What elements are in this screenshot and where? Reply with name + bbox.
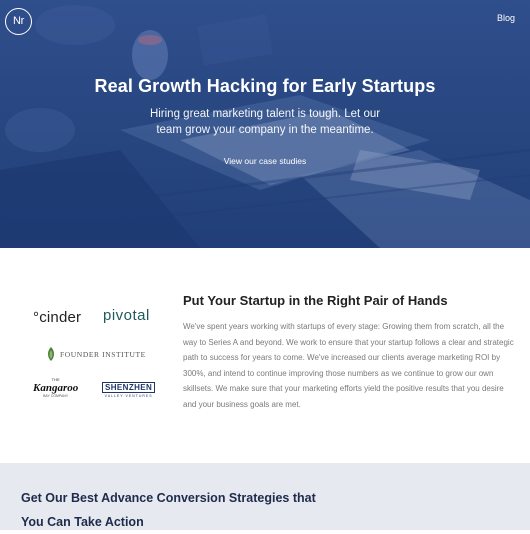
- kangaroo-logo-sub: BAY COMPANY: [43, 394, 69, 398]
- shenzhen-logo-sub: VALLEY VENTURES: [104, 394, 153, 398]
- shenzhen-logo-name: SHENZHEN: [102, 382, 156, 393]
- client-logo-kangaroo: THE Kangaroo BAY COMPANY: [33, 377, 78, 398]
- kangaroo-logo-name: Kangaroo: [33, 382, 79, 394]
- founder-institute-text: FOUNDER INSTITUTE: [60, 349, 146, 359]
- brand-logo[interactable]: Nr: [5, 8, 32, 35]
- client-logo-shenzhen: SHENZHEN VALLEY VENTURES: [102, 382, 156, 398]
- hero-section: Nr Blog Real Growth Hacking for Early St…: [0, 0, 530, 248]
- hero-title: Real Growth Hacking for Early Startups: [94, 76, 436, 96]
- client-logo-founder-institute: FOUNDER INSTITUTE: [46, 347, 146, 361]
- about-body: We've spent years working with startups …: [183, 322, 514, 409]
- hero-subtitle: Hiring great marketing talent is tough. …: [149, 108, 381, 136]
- client-logo-cinder: °cinder: [33, 309, 82, 326]
- case-studies-link[interactable]: View our case studies: [0, 156, 530, 166]
- nav-blog-link[interactable]: Blog: [497, 13, 515, 23]
- client-logo-pivotal: pivotal: [103, 307, 150, 324]
- cta-title: Get Our Best Advance Conversion Strategi…: [21, 491, 316, 529]
- brand-logo-text: Nr: [12, 15, 24, 27]
- about-title: Put Your Startup in the Right Pair of Ha…: [183, 293, 448, 308]
- founder-institute-icon: [48, 347, 54, 361]
